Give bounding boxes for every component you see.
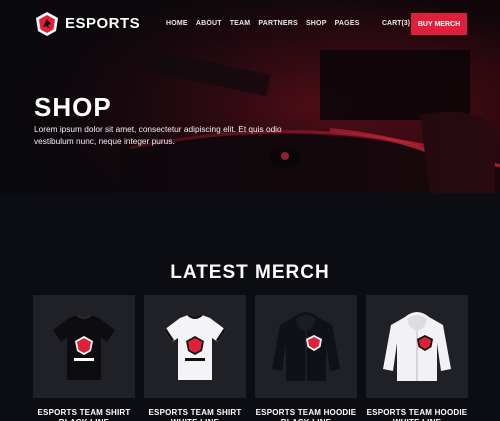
product-name[interactable]: ESPORTS TEAM HOODIE BLACK LINE — [255, 408, 357, 421]
product-card[interactable]: ESPORTS TEAM HOODIE WHITE LINE — [366, 295, 468, 421]
hoodie-black-icon — [272, 311, 340, 381]
product-card[interactable]: ESPORTS TEAM HOODIE BLACK LINE — [255, 295, 357, 421]
section-title: LATEST MERCH — [170, 262, 330, 283]
nav-link-home[interactable]: HOME — [166, 20, 188, 27]
product-image[interactable] — [255, 295, 357, 398]
tshirt-black-icon — [53, 313, 115, 380]
nav-link-shop[interactable]: SHOP — [306, 20, 327, 27]
cart-link[interactable]: CART(3) — [382, 20, 410, 27]
product-image[interactable] — [366, 295, 468, 398]
main-menu: HOME ABOUT TEAM PARTNERS SHOP PAGES — [166, 20, 360, 27]
product-name[interactable]: ESPORTS TEAM SHIRT WHITE LINE — [144, 408, 246, 421]
brand-name[interactable]: ESPORTS — [65, 15, 140, 32]
product-image[interactable] — [144, 295, 246, 398]
buy-merch-button[interactable]: BUY MERCH — [411, 13, 467, 35]
nav-link-team[interactable]: TEAM — [230, 20, 251, 27]
product-image[interactable] — [33, 295, 135, 398]
nav-link-partners[interactable]: PARTNERS — [258, 20, 298, 27]
product-name[interactable]: ESPORTS TEAM SHIRT BLACK LINE — [33, 408, 135, 421]
tshirt-white-icon — [164, 313, 226, 380]
nav-link-about[interactable]: ABOUT — [196, 20, 222, 27]
hero-description: Lorem ipsum dolor sit amet, consectetur … — [34, 124, 282, 146]
product-name[interactable]: ESPORTS TEAM HOODIE WHITE LINE — [366, 408, 468, 421]
top-navigation: ESPORTS HOME ABOUT TEAM PARTNERS SHOP PA… — [0, 0, 500, 48]
page-title: SHOP — [34, 92, 112, 122]
esports-logo-icon[interactable] — [35, 11, 59, 37]
hoodie-white-icon — [383, 311, 451, 381]
product-card[interactable]: ESPORTS TEAM SHIRT WHITE LINE — [144, 295, 246, 421]
product-card[interactable]: ESPORTS TEAM SHIRT BLACK LINE — [33, 295, 135, 421]
nav-link-pages[interactable]: PAGES — [335, 20, 360, 27]
